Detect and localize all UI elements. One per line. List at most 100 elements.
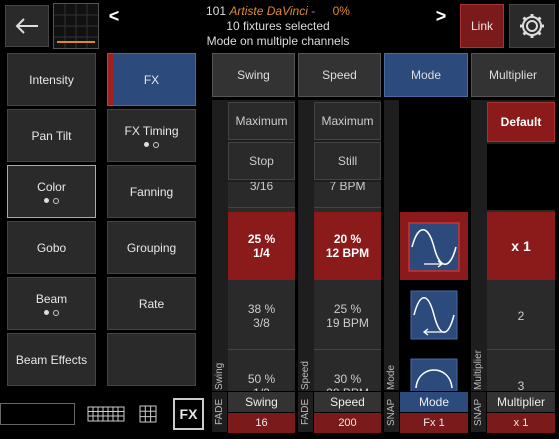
list-item[interactable]: 3/16 xyxy=(228,182,295,208)
speed-footer-value[interactable]: 200 xyxy=(314,413,381,433)
multiplier-default-label: Default xyxy=(500,115,542,129)
speed-list[interactable]: 7 BPM 20 % 12 BPM 25 % 19 BPM 30 % 28 BP… xyxy=(314,182,381,391)
link-button[interactable]: Link xyxy=(460,4,504,48)
swing-maximum-label: Maximum xyxy=(235,114,288,128)
sidebar-item-fanning[interactable]: Fanning xyxy=(107,165,196,218)
settings-button[interactable] xyxy=(509,4,555,48)
selection-info: 10 fixtures selected xyxy=(226,19,330,33)
swing-stop-label: Stop xyxy=(249,154,274,168)
sidebar-label: Fanning xyxy=(129,184,174,199)
page-dots xyxy=(44,197,59,204)
list-item[interactable]: 2 xyxy=(487,282,555,350)
mini-preview[interactable] xyxy=(53,3,99,49)
list-item-selected[interactable]: x 1 xyxy=(487,212,555,280)
half-circle-icon xyxy=(410,358,458,391)
list-item[interactable]: 7 BPM xyxy=(314,182,381,208)
list-spacer xyxy=(487,144,555,210)
multiplier-default-button[interactable]: Default xyxy=(487,102,555,142)
mode-item[interactable] xyxy=(400,282,468,350)
sidebar-item-gobo[interactable]: Gobo xyxy=(7,221,96,274)
intensity-percent: 0% xyxy=(332,4,350,18)
tab-mode[interactable]: Mode xyxy=(384,53,468,97)
tab-label: Speed xyxy=(322,68,357,82)
tab-label: Mode xyxy=(410,68,442,82)
sidebar-label: Intensity xyxy=(29,72,74,87)
mode-list[interactable] xyxy=(400,100,468,391)
fx-button[interactable]: FX xyxy=(173,398,204,430)
sine-reverse-icon xyxy=(410,290,458,340)
swing-stop-button[interactable]: Stop xyxy=(228,142,295,180)
tab-multiplier[interactable]: Multiplier xyxy=(471,53,555,97)
sidebar-item-empty[interactable] xyxy=(107,333,196,386)
swing-maximum-button[interactable]: Maximum xyxy=(228,102,295,140)
keyboard-button[interactable] xyxy=(87,404,125,424)
sidebar-item-color[interactable]: Color xyxy=(7,165,96,218)
tab-swing[interactable]: Swing xyxy=(212,53,295,97)
sidebar-item-grouping[interactable]: Grouping xyxy=(107,221,196,274)
mode-side-label: Mode xyxy=(384,100,399,390)
speed-still-button[interactable]: Still xyxy=(314,142,381,180)
list-item[interactable]: 25 % 19 BPM xyxy=(314,282,381,350)
gear-icon xyxy=(520,14,544,38)
mode-item-selected[interactable] xyxy=(400,212,468,280)
back-button[interactable] xyxy=(5,5,49,47)
sidebar-label: Grouping xyxy=(126,240,177,255)
sidebar-label: Pan Tilt xyxy=(31,128,72,143)
sidebar-item-fx-timing[interactable]: FX Timing xyxy=(107,109,196,162)
multiplier-footer-value[interactable]: x 1 xyxy=(487,413,555,433)
swing-fade-label: FADE xyxy=(212,392,227,432)
sidebar-label: Color xyxy=(37,179,66,194)
speed-still-label: Still xyxy=(337,154,358,168)
list-item-selected[interactable]: 25 % 1/4 xyxy=(228,212,295,280)
speed-side-label: Speed xyxy=(300,361,311,390)
sidebar-item-rate[interactable]: Rate xyxy=(107,277,196,330)
multiplier-snap-label: SNAP xyxy=(471,392,486,432)
fixture-number: 101 xyxy=(206,4,227,18)
sidebar-label: FX xyxy=(143,72,160,87)
tab-speed[interactable]: Speed xyxy=(298,53,381,97)
link-label: Link xyxy=(470,19,493,33)
preview-graph-icon xyxy=(54,4,98,48)
fixture-title-line: 101 Artiste DaVinci - 0% xyxy=(140,4,416,19)
swing-footer-label: Swing xyxy=(228,392,295,412)
tab-label: Multiplier xyxy=(488,68,537,82)
speed-maximum-button[interactable]: Maximum xyxy=(314,102,381,140)
sidebar-item-beam-effects[interactable]: Beam Effects xyxy=(7,333,96,386)
list-item-selected[interactable]: 20 % 12 BPM xyxy=(314,212,381,280)
swing-footer-value[interactable]: 16 xyxy=(228,413,295,433)
mode-snap-label: SNAP xyxy=(384,392,399,432)
list-item[interactable]: 3 xyxy=(487,352,555,391)
fx-label: FX xyxy=(179,406,198,422)
command-input[interactable] xyxy=(0,403,75,425)
calculator-button[interactable] xyxy=(138,404,158,424)
next-fixture-button[interactable]: > xyxy=(432,6,450,26)
sidebar-item-intensity[interactable]: Intensity xyxy=(7,53,96,106)
list-item[interactable]: 50 % 1/2 xyxy=(228,352,295,391)
swing-list[interactable]: 3/16 25 % 1/4 38 % 3/8 50 % 1/2 xyxy=(228,182,295,391)
mode-item[interactable] xyxy=(400,352,468,391)
tab-label: Swing xyxy=(237,68,270,82)
speed-maximum-label: Maximum xyxy=(321,114,374,128)
speed-footer-label: Speed xyxy=(314,392,381,412)
calculator-icon xyxy=(139,405,157,423)
mode-footer-label: Mode xyxy=(400,392,468,412)
multiplier-side-label: Multiplier xyxy=(473,349,484,390)
mode-info: Mode on multiple channels xyxy=(206,34,350,48)
sidebar-label: Beam xyxy=(35,291,68,306)
list-item[interactable]: 38 % 3/8 xyxy=(228,282,295,350)
swing-side-label: Swing xyxy=(214,362,225,390)
sidebar-item-pan-tilt[interactable]: Pan Tilt xyxy=(7,109,96,162)
fixture-name: Artiste DaVinci xyxy=(229,4,308,18)
multiplier-list[interactable]: x 1 2 3 xyxy=(487,144,555,391)
mode-footer-value[interactable]: Fx 1 xyxy=(400,413,468,433)
sidebar-label: FX Timing xyxy=(124,123,179,138)
list-item[interactable]: 30 % 28 BPM xyxy=(314,352,381,391)
page-dots xyxy=(144,141,159,148)
sidebar-item-beam[interactable]: Beam xyxy=(7,277,96,330)
arrow-left-icon xyxy=(15,18,38,34)
sidebar-item-fx[interactable]: FX xyxy=(107,53,196,106)
selected-marker xyxy=(108,54,114,105)
multiplier-footer-label: Multiplier xyxy=(487,392,555,412)
prev-fixture-button[interactable]: < xyxy=(105,6,123,26)
sidebar-label: Rate xyxy=(138,296,165,311)
